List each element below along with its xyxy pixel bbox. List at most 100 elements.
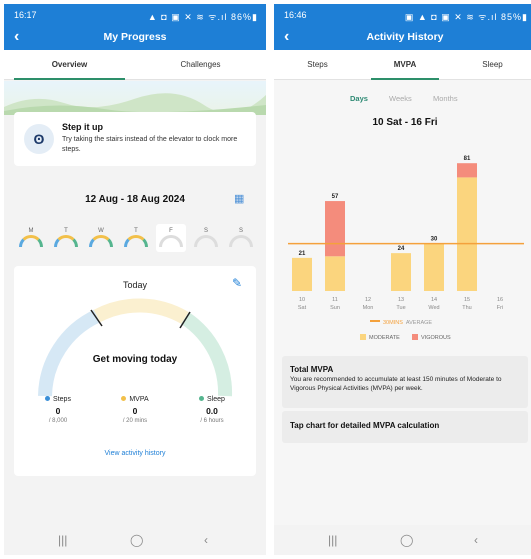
tip-card[interactable]: ʘ Step it up Try taking the stairs inste…	[14, 112, 256, 166]
recents-icon[interactable]: |||	[328, 533, 337, 547]
day-sunday[interactable]: S	[226, 224, 256, 252]
day-saturday[interactable]: S	[191, 224, 221, 252]
moderate-swatch-icon	[360, 334, 366, 340]
date-range: 12 Aug - 18 Aug 2024	[85, 194, 185, 205]
legend-vigorous: VIGOROUS	[412, 334, 451, 341]
status-bar: 16:46 ▣ ▲ ◘ ▣ ✕ ≋ ᯤ.ıl 85%▮	[274, 4, 531, 24]
day-progress-ring	[19, 235, 43, 247]
android-nav-bar: ||| ◯ ‹	[274, 525, 531, 555]
day-wednesday[interactable]: W	[86, 224, 116, 252]
progress-tabs: Overview Challenges	[4, 50, 266, 80]
steps-dot-icon	[45, 396, 51, 401]
period-months[interactable]: Months	[433, 94, 458, 103]
footsteps-icon: ʘ	[24, 124, 54, 154]
x-date-label: 14	[431, 297, 437, 303]
stat-goal: / 8,000	[48, 418, 68, 424]
bar-total-label: 24	[398, 246, 405, 252]
x-day-label: Sat	[298, 305, 307, 311]
tab-sleep[interactable]: Sleep	[449, 50, 531, 80]
stat-value: 0	[55, 406, 61, 416]
scenery-banner	[4, 81, 266, 115]
bar-total-label: 57	[332, 194, 339, 200]
view-activity-history-link[interactable]: View activity history	[14, 450, 256, 457]
period-days[interactable]: Days	[350, 94, 368, 103]
average-line-icon	[370, 320, 380, 322]
steps-stat: Steps 0 / 8,000	[28, 396, 88, 424]
day-tuesday[interactable]: T	[51, 224, 81, 252]
day-letter: F	[169, 228, 173, 234]
metric-tabs: Steps MVPA Sleep	[274, 50, 531, 80]
home-icon[interactable]: ◯	[400, 533, 413, 547]
x-day-label: Thu	[462, 305, 471, 311]
vigorous-swatch-icon	[412, 334, 418, 340]
bar-total-label: 30	[431, 237, 438, 243]
x-date-label: 11	[332, 297, 338, 303]
day-letter: W	[98, 228, 104, 234]
title-bar: ‹ Activity History	[274, 26, 531, 50]
legend-average-label: AVERAGE	[405, 320, 433, 326]
x-date-label: 10	[299, 297, 305, 303]
header: 16:46 ▣ ▲ ◘ ▣ ✕ ≋ ᯤ.ıl 85%▮ ‹ Activity H…	[274, 4, 531, 50]
android-nav-bar: ||| ◯ ‹	[4, 525, 266, 555]
day-progress-ring	[159, 235, 183, 247]
x-date-label: 16	[497, 297, 503, 303]
home-icon[interactable]: ◯	[130, 533, 143, 547]
stat-label: Sleep	[207, 396, 225, 403]
bar-moderate-14[interactable]	[424, 243, 444, 291]
day-monday[interactable]: M	[16, 224, 46, 252]
tab-mvpa[interactable]: MVPA	[361, 50, 449, 80]
tip-title: Step it up	[62, 122, 103, 132]
header: 16:17 ▲ ◘ ▣ ✕ ≋ ᯤ.ıl 86%▮ ‹ My Progress	[4, 4, 266, 50]
page-title: Activity History	[366, 31, 444, 43]
day-friday[interactable]: F	[156, 224, 186, 252]
day-progress-ring	[89, 235, 113, 247]
day-progress-ring	[54, 235, 78, 247]
stat-goal: / 6 hours	[200, 418, 224, 424]
tap-chart-hint: Tap chart for detailed MVPA calculation	[290, 421, 440, 430]
bar-moderate-11[interactable]	[325, 256, 345, 291]
status-icons: ▣ ▲ ◘ ▣ ✕ ≋ ᯤ.ıl 85%▮	[404, 12, 528, 22]
legend-vigorous-label: VIGOROUS	[421, 335, 451, 341]
sleep-dot-icon	[199, 396, 205, 401]
status-time: 16:46	[284, 10, 307, 20]
back-nav-icon[interactable]: ‹	[204, 533, 208, 547]
day-progress-ring	[124, 235, 148, 247]
legend-moderate: MODERATE	[360, 334, 400, 341]
bar-total-label: 21	[299, 251, 306, 257]
tip-text: Try taking the stairs instead of the ele…	[62, 136, 238, 153]
stat-label: Steps	[53, 396, 71, 403]
total-mvpa-title: Total MVPA	[290, 365, 334, 374]
back-nav-icon[interactable]: ‹	[474, 533, 478, 547]
title-bar: ‹ My Progress	[4, 26, 266, 50]
stat-label: MVPA	[129, 396, 149, 403]
day-letter: M	[28, 228, 34, 234]
bar-moderate-13[interactable]	[391, 253, 411, 291]
total-mvpa-text: You are recommended to accumulate at lea…	[290, 376, 502, 392]
mvpa-bar-chart[interactable]: 21 10 Sat 57 11 Sun 12 Mon 24 13 Tue 30 14 Wed 81 15 Thu…	[274, 144, 531, 314]
tab-challenges[interactable]: Challenges	[135, 50, 266, 80]
x-date-label: 12	[365, 297, 371, 303]
x-day-label: Sun	[330, 305, 340, 311]
recents-icon[interactable]: |||	[58, 533, 67, 547]
bar-moderate-15[interactable]	[457, 177, 477, 291]
status-bar: 16:17 ▲ ◘ ▣ ✕ ≋ ᯤ.ıl 86%▮	[4, 4, 266, 24]
today-card: Today ✎ Get moving today Steps 0 / 8,000…	[14, 266, 256, 476]
day-progress-ring	[194, 235, 218, 247]
status-icons: ▲ ◘ ▣ ✕ ≋ ᯤ.ıl 86%▮	[147, 12, 258, 22]
calendar-icon[interactable]: ▦	[234, 192, 244, 205]
tab-overview[interactable]: Overview	[4, 50, 135, 80]
day-thursday[interactable]: T	[121, 224, 151, 252]
activity-gauge	[38, 298, 233, 397]
mvpa-calculation-card[interactable]: Tap chart for detailed MVPA calculation	[282, 411, 528, 443]
x-date-label: 15	[464, 297, 470, 303]
sleep-stat: Sleep 0.0 / 6 hours	[182, 396, 242, 424]
mvpa-dot-icon	[121, 396, 127, 401]
bar-total-label: 81	[464, 156, 471, 162]
x-day-label: Tue	[396, 305, 405, 311]
bar-vigorous-11[interactable]	[325, 201, 345, 257]
tab-steps[interactable]: Steps	[274, 50, 361, 80]
bar-vigorous-15[interactable]	[457, 163, 477, 178]
x-day-label: Fri	[497, 305, 503, 311]
period-weeks[interactable]: Weeks	[389, 94, 412, 103]
bar-moderate-10[interactable]	[292, 257, 312, 291]
